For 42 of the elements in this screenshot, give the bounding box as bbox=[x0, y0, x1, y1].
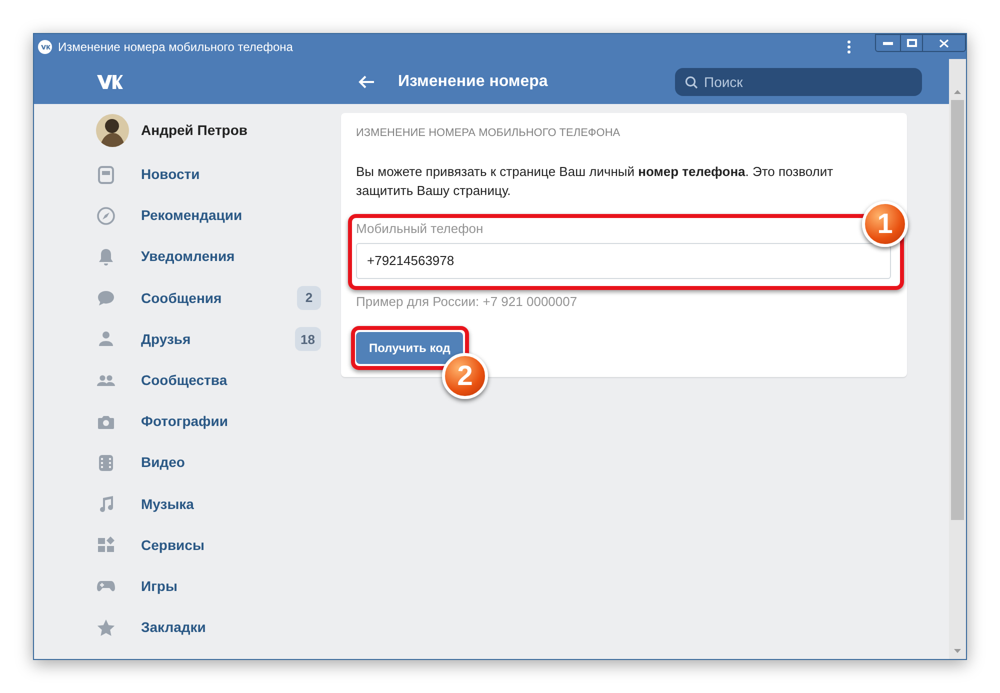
sidebar-item[interactable]: Закладки bbox=[141, 617, 321, 638]
sidebar-item[interactable]: Сообщения bbox=[141, 288, 297, 309]
scroll-down-icon[interactable] bbox=[954, 649, 961, 653]
phone-input-field[interactable]: +79214563978 bbox=[356, 242, 891, 278]
app-icon bbox=[38, 40, 52, 54]
scrollbar[interactable] bbox=[949, 59, 966, 659]
bell-icon bbox=[96, 246, 116, 267]
sidebar-item[interactable]: Видео bbox=[141, 452, 321, 474]
sidebar-item[interactable]: Друзья bbox=[141, 328, 295, 350]
field-label: Мобильный телефон bbox=[356, 220, 484, 236]
sidebar-item[interactable]: Сообщества bbox=[141, 370, 321, 392]
count-badge: 2 bbox=[297, 286, 321, 310]
speech-bubble-icon bbox=[96, 288, 116, 308]
news-icon bbox=[96, 164, 116, 185]
sidebar-item[interactable]: Музыка bbox=[141, 494, 321, 515]
sidebar-item[interactable]: Фотографии bbox=[141, 411, 321, 432]
get-code-button[interactable]: Получить код bbox=[356, 332, 464, 364]
film-icon bbox=[96, 452, 116, 473]
count-badge: 18 bbox=[294, 327, 321, 352]
sidebar-item[interactable]: Новости bbox=[141, 164, 321, 186]
sidebar-item[interactable]: Рекомендации bbox=[141, 205, 321, 226]
sidebar-item[interactable]: Игры bbox=[141, 576, 321, 597]
card-heading: ИЗМЕНЕНИЕ НОМЕРА МОБИЛЬНОГО ТЕЛЕФОНА bbox=[356, 126, 622, 141]
sidebar-item[interactable]: Уведомления bbox=[141, 246, 321, 268]
page-title: Изменение номера bbox=[398, 72, 548, 92]
step-marker: 1 bbox=[862, 201, 908, 247]
step-marker: 2 bbox=[442, 353, 488, 399]
search-field[interactable]: Поиск bbox=[675, 68, 922, 96]
logo-icon[interactable] bbox=[97, 74, 123, 90]
compass-icon bbox=[96, 206, 116, 226]
back-arrow-icon[interactable] bbox=[358, 74, 375, 88]
close-icon bbox=[939, 38, 949, 48]
window-title: Изменение номера мобильного телефона bbox=[58, 38, 293, 56]
sidebar-item[interactable]: Сервисы bbox=[141, 534, 321, 556]
avatar[interactable] bbox=[96, 114, 129, 147]
star-icon bbox=[96, 618, 116, 638]
more-icon[interactable] bbox=[847, 40, 851, 54]
search-icon bbox=[685, 76, 698, 88]
hint-text: Пример для России: +7 921 0000007 bbox=[356, 292, 578, 311]
scroll-up-icon[interactable] bbox=[954, 90, 961, 94]
profile-name[interactable]: Андрей Петров bbox=[141, 120, 248, 141]
description-text: Вы можете привязать к странице Ваш личный номер телефона. Это позволит защитить Вашу страницу. bbox=[356, 162, 834, 200]
